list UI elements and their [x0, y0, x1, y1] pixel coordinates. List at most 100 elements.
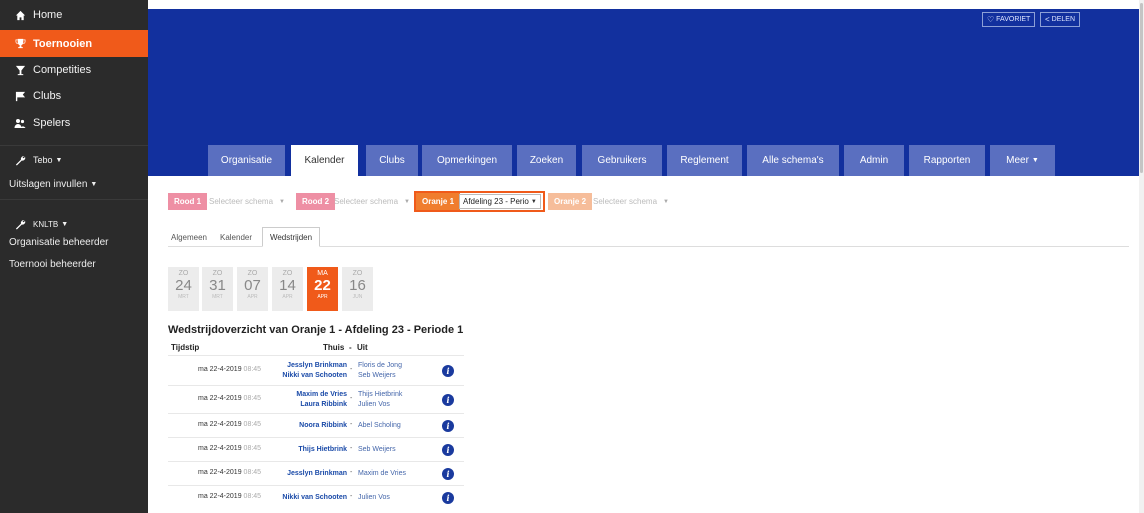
subtab-wedstrijden[interactable]: Wedstrijden [262, 227, 320, 247]
away-players: Floris de Jong Seb Weijers [358, 361, 402, 381]
match-separator: - [350, 421, 353, 428]
match-separator: - [350, 445, 353, 452]
away-player-link[interactable]: Maxim de Vries [358, 469, 406, 479]
date-card[interactable]: ZO 07 APR [237, 267, 268, 311]
home-player-link[interactable]: Jesslyn Brinkman [282, 361, 347, 371]
page-header: ♡ FAVORIET < DELEN Organisatie Kalender … [148, 9, 1139, 176]
date-card-num: 16 [349, 277, 366, 294]
date-card-num: 22 [314, 277, 331, 294]
home-player-link[interactable]: Jesslyn Brinkman [287, 469, 347, 479]
subtab-label: Wedstrijden [269, 232, 313, 242]
home-players: Nikki van Schooten [282, 493, 347, 503]
home-player-link[interactable]: Noora Ribbink [299, 421, 347, 431]
tab-rapporten[interactable]: Rapporten [909, 145, 985, 176]
caret-down-icon: ▼ [55, 156, 63, 164]
players-icon [14, 117, 26, 129]
tab-reglement[interactable]: Reglement [667, 145, 742, 176]
away-players: Abel Scholing [358, 421, 401, 431]
date-card-mon: MRT [178, 294, 189, 300]
schema-select-rood-1[interactable]: Selecteer schema ▼ [206, 193, 290, 210]
sidebar-item-label: KNLTB [33, 219, 59, 229]
schema-select-oranje-1[interactable]: Afdeling 23 - Perio ▼ [459, 194, 541, 209]
match-datetime: ma 22-4-2019 08:45 [198, 395, 261, 402]
select-value: Selecteer schema [593, 197, 658, 206]
sidebar-item-toernooien[interactable]: Toernooien [0, 30, 148, 57]
home-player-link[interactable]: Nikki van Schooten [282, 493, 347, 503]
info-icon[interactable]: i [442, 365, 454, 377]
sidebar-item-label: Organisatie beheerder [9, 236, 109, 248]
home-player-link[interactable]: Maxim de Vries [296, 390, 347, 400]
away-player-link[interactable]: Seb Weijers [358, 445, 396, 455]
info-icon[interactable]: i [442, 394, 454, 406]
tab-label: Zoeken [529, 155, 564, 166]
info-icon[interactable]: i [442, 468, 454, 480]
tab-meer[interactable]: Meer ▼ [990, 145, 1055, 176]
away-player-link[interactable]: Abel Scholing [358, 421, 401, 431]
tab-gebruikers[interactable]: Gebruikers [582, 145, 662, 176]
favoriet-button[interactable]: ♡ FAVORIET [982, 12, 1036, 27]
match-datetime: ma 22-4-2019 08:45 [198, 445, 261, 452]
sidebar-item-tebo[interactable]: Tebo ▼ [0, 147, 148, 173]
sidebar-item-label: Uitslagen invullen [9, 178, 88, 190]
schema-label-oranje-2: Oranje 2 [548, 193, 593, 210]
date-card[interactable]: MA 22 APR [307, 267, 338, 311]
info-icon[interactable]: i [442, 492, 454, 504]
date-card[interactable]: ZO 31 MRT [202, 267, 233, 311]
tab-label: Meer [1006, 155, 1029, 166]
caret-down-icon: ▼ [530, 198, 537, 205]
subtab-algemeen[interactable]: Algemeen [168, 227, 210, 247]
sidebar-item-competities[interactable]: Competities [0, 57, 148, 83]
tab-kalender[interactable]: Kalender [291, 145, 358, 176]
tab-organisatie[interactable]: Organisatie [208, 145, 285, 176]
caret-down-icon: ▼ [404, 198, 410, 205]
sidebar: Home Toernooien Competities Clubs Speler… [0, 0, 148, 513]
home-player-link[interactable]: Thijs Hietbrink [298, 445, 347, 455]
scrollbar-thumb[interactable] [1140, 3, 1143, 173]
subtab-kalender[interactable]: Kalender [216, 227, 256, 247]
tab-zoeken[interactable]: Zoeken [517, 145, 576, 176]
caret-down-icon: ▼ [90, 180, 98, 188]
info-icon[interactable]: i [442, 420, 454, 432]
tab-admin[interactable]: Admin [844, 145, 904, 176]
home-player-link[interactable]: Laura Ribbink [296, 400, 347, 410]
wrench-icon [14, 218, 26, 230]
schema-select-oranje-2[interactable]: Selecteer schema ▼ [590, 193, 676, 210]
date-card-num: 07 [244, 277, 261, 294]
tab-opmerkingen[interactable]: Opmerkingen [422, 145, 512, 176]
home-players: Jesslyn Brinkman [287, 469, 347, 479]
match-datetime: ma 22-4-2019 08:45 [198, 469, 261, 476]
date-card[interactable]: ZO 24 MRT [168, 267, 199, 311]
away-player-link[interactable]: Seb Weijers [358, 371, 402, 381]
schema-select-rood-2[interactable]: Selecteer schema ▼ [331, 193, 415, 210]
sidebar-item-home[interactable]: Home [0, 2, 148, 28]
sidebar-item-clubs[interactable]: Clubs [0, 83, 148, 109]
date-card[interactable]: ZO 16 JUN [342, 267, 373, 311]
date-card-mon: APR [247, 294, 258, 300]
tab-label: Rapporten [923, 155, 971, 166]
sidebar-item-uitslagen[interactable]: Uitslagen invullen ▼ [0, 173, 148, 195]
scrollbar[interactable] [1139, 0, 1144, 513]
sidebar-item-spelers[interactable]: Spelers [0, 110, 148, 136]
sidebar-item-organisatie-beheerder[interactable]: Organisatie beheerder [0, 231, 148, 253]
sidebar-item-label: Clubs [33, 90, 62, 102]
table-row: ma 22-4-2019 08:45 Jesslyn Brinkman - Maxim… [168, 461, 464, 485]
match-separator: - [350, 395, 353, 402]
delen-button[interactable]: < DELEN [1040, 12, 1081, 27]
match-datetime: ma 22-4-2019 08:45 [198, 366, 261, 373]
tab-alle-schemas[interactable]: Alle schema's [747, 145, 839, 176]
match-date: ma 22-4-2019 [198, 366, 242, 373]
date-card[interactable]: ZO 14 APR [272, 267, 303, 311]
sidebar-item-toernooi-beheerder[interactable]: Toernooi beheerder [0, 253, 148, 275]
away-player-link[interactable]: Thijs Hietbrink [358, 390, 402, 400]
away-player-link[interactable]: Julien Vos [358, 493, 390, 503]
table-row: ma 22-4-2019 08:45 Noora Ribbink - Abel Sch… [168, 413, 464, 437]
info-icon[interactable]: i [442, 444, 454, 456]
tab-clubs[interactable]: Clubs [366, 145, 418, 176]
sidebar-item-label: Competities [33, 64, 92, 76]
away-player-link[interactable]: Floris de Jong [358, 361, 402, 371]
away-player-link[interactable]: Julien Vos [358, 400, 402, 410]
table-row: ma 22-4-2019 08:45 Jesslyn Brinkman Nikki … [168, 355, 464, 385]
caret-down-icon: ▼ [279, 198, 285, 205]
home-player-link[interactable]: Nikki van Schooten [282, 371, 347, 381]
date-card-mon: JUN [352, 294, 363, 300]
